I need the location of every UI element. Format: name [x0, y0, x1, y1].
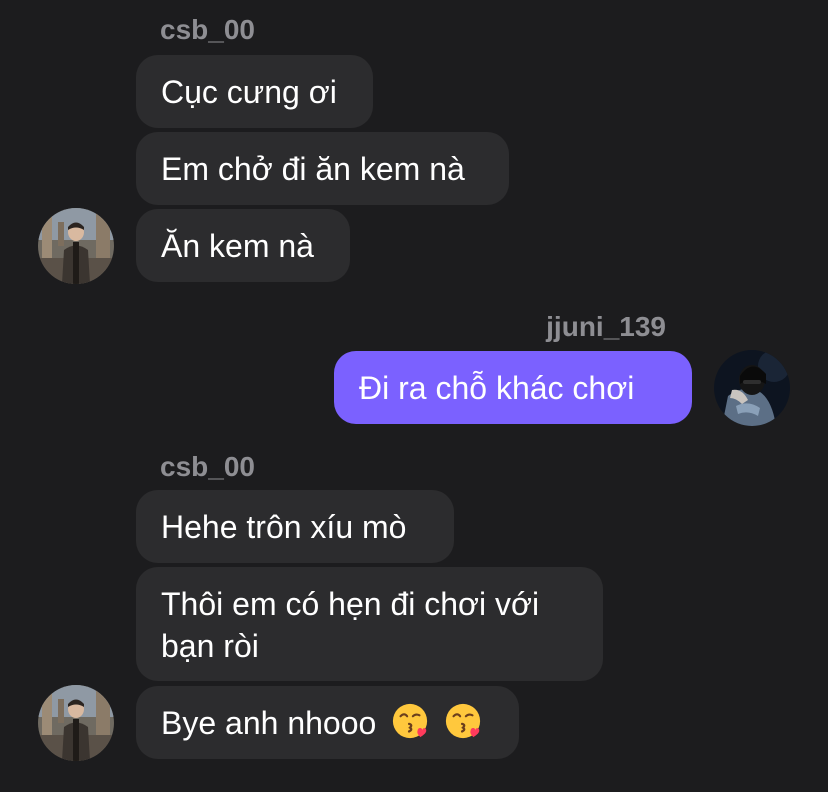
- kissing-face-with-heart-icon: [393, 703, 428, 739]
- message-text: Đi ra chỗ khác chơi: [359, 370, 635, 406]
- message-bubble[interactable]: Hehe trôn xíu mò: [136, 490, 454, 563]
- sender-name: csb_00: [160, 14, 255, 45]
- message-text: Ăn kem nà: [161, 228, 314, 264]
- user-avatar[interactable]: [714, 350, 790, 426]
- message-bubble[interactable]: Bye anh nhooo: [136, 686, 519, 759]
- user-avatar[interactable]: [38, 208, 114, 284]
- message-text: Bye anh nhooo: [161, 705, 377, 741]
- message-bubble[interactable]: Em chở đi ăn kem nà: [136, 132, 509, 205]
- user-avatar-photo-icon: [38, 208, 114, 284]
- user-avatar-photo-icon: [714, 350, 790, 426]
- kissing-face-with-heart-icon: [445, 703, 481, 739]
- message-bubble[interactable]: Thôi em có hẹn đi chơi với bạn ròi: [136, 567, 603, 681]
- user-avatar[interactable]: [38, 685, 114, 761]
- sender-name: csb_00: [160, 451, 255, 482]
- message-text: Thôi em có hẹn đi chơi với bạn ròi: [161, 586, 540, 664]
- message-bubble[interactable]: Đi ra chỗ khác chơi: [334, 351, 692, 424]
- message-bubble[interactable]: Ăn kem nà: [136, 209, 350, 282]
- message-text: Cục cưng ơi: [161, 74, 337, 110]
- message-text: Em chở đi ăn kem nà: [161, 151, 465, 187]
- message-text: Hehe trôn xíu mò: [161, 509, 407, 545]
- message-bubble[interactable]: Cục cưng ơi: [136, 55, 373, 128]
- user-avatar-photo-icon: [38, 685, 114, 761]
- sender-name: jjuni_139: [546, 311, 666, 342]
